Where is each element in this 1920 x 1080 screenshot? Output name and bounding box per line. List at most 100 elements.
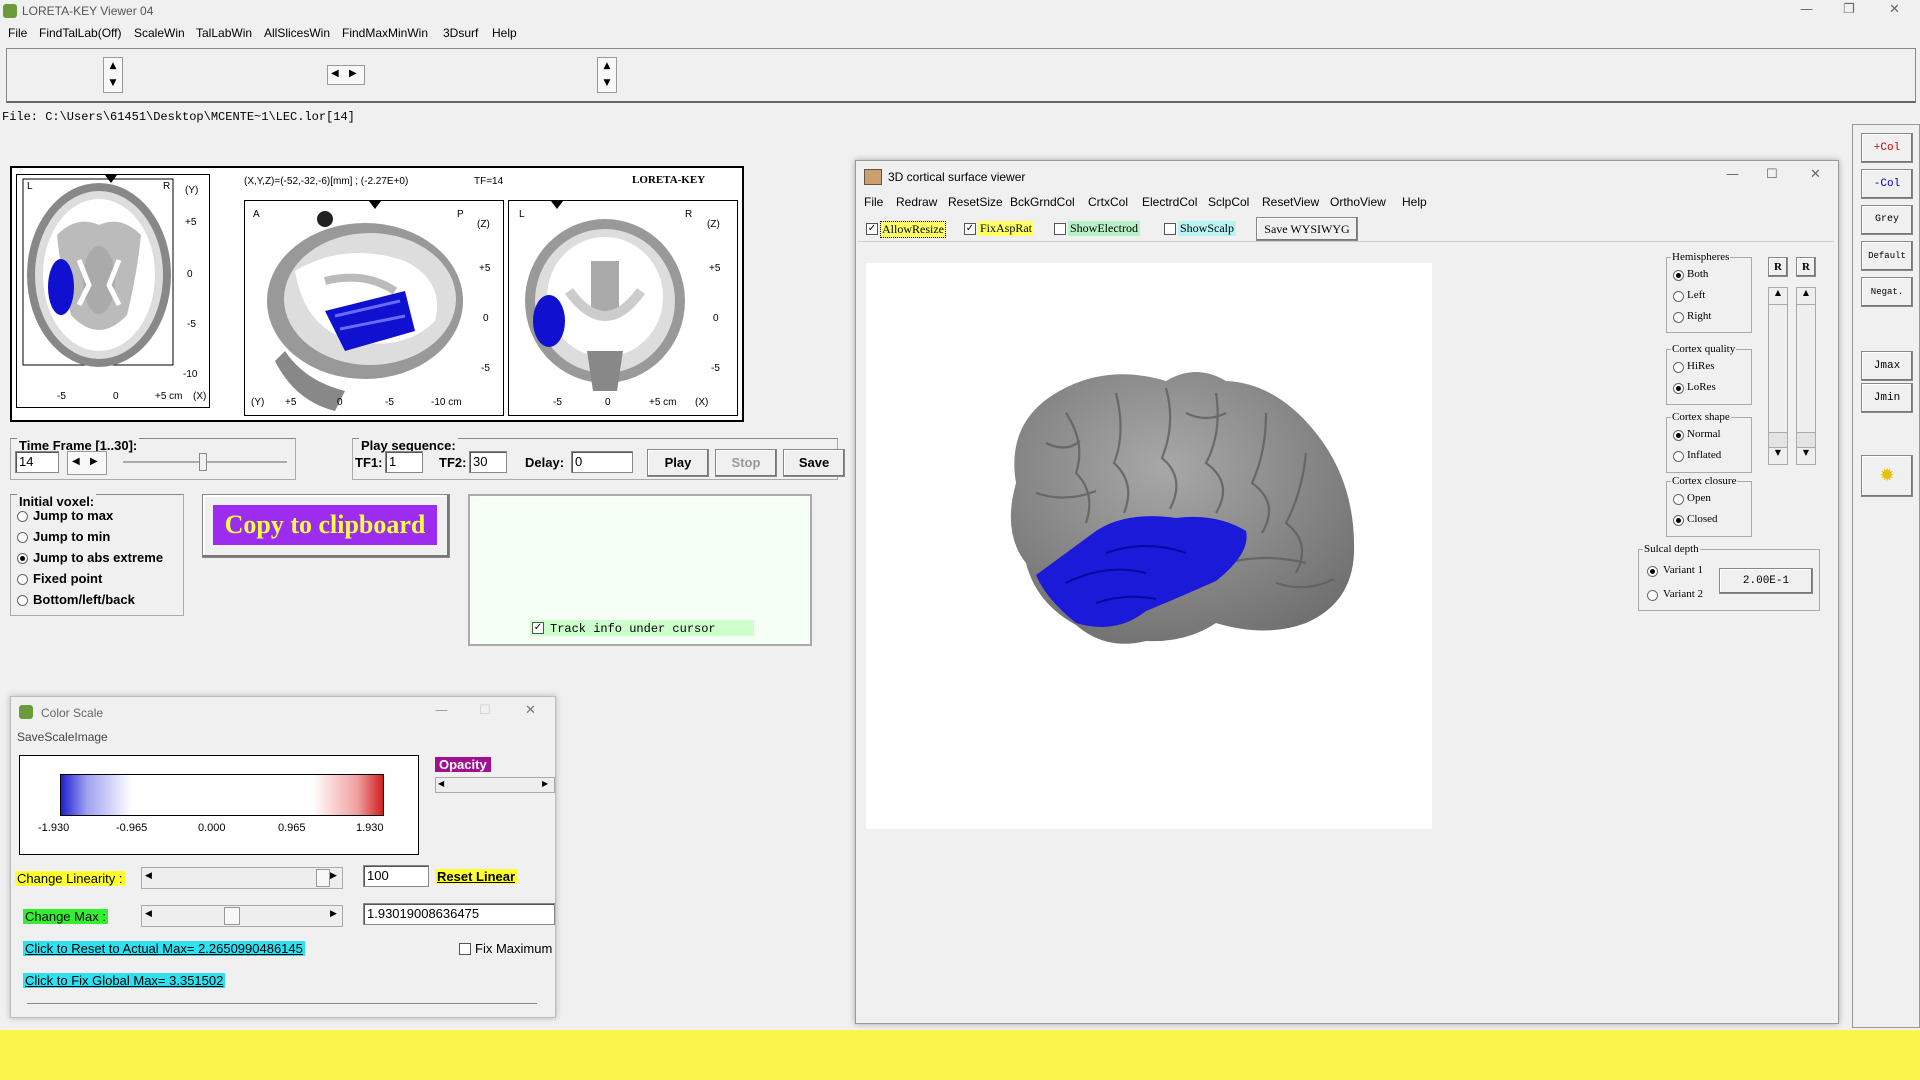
viewer-menu-orthoview[interactable]: OrthoView: [1330, 195, 1386, 209]
down-arrow-icon[interactable]: ▼: [104, 75, 122, 92]
radio-inflated[interactable]: [1673, 451, 1684, 462]
up-arrow-icon[interactable]: ▲: [598, 58, 616, 75]
negat-button[interactable]: Negat.: [1861, 277, 1913, 307]
menu-findtallab[interactable]: FindTalLab(Off): [39, 26, 121, 40]
scroll-down-icon[interactable]: ▼: [1769, 447, 1787, 464]
radio-hires[interactable]: [1673, 362, 1684, 373]
r-button-2[interactable]: R: [1796, 257, 1816, 277]
left-arrow-icon[interactable]: ◀: [331, 68, 339, 79]
vertical-scrollbar-2[interactable]: ▲ ▼: [1796, 287, 1816, 465]
menu-help[interactable]: Help: [492, 26, 517, 40]
radio-jump-to-max[interactable]: [17, 511, 28, 522]
timeframe-input[interactable]: 14: [15, 451, 59, 473]
linearity-thumb[interactable]: [316, 869, 330, 887]
left-arrow-icon[interactable]: ◀: [72, 456, 80, 467]
max-value-input[interactable]: 1.93019008636475: [363, 903, 555, 925]
fixasprat-checkbox[interactable]: ✓: [964, 223, 976, 235]
menu-findmaxminwin[interactable]: FindMaxMinWin: [342, 26, 428, 40]
close-icon[interactable]: ✕: [1810, 167, 1821, 182]
radio-jump-to-min[interactable]: [17, 532, 28, 543]
viewer-menu-electrdcol[interactable]: ElectrdCol: [1142, 195, 1197, 209]
max-scrollbar[interactable]: ◀ ▶: [141, 905, 343, 927]
grey-button[interactable]: Grey: [1861, 205, 1913, 235]
linearity-scrollbar[interactable]: ◀ ▶: [141, 867, 343, 889]
down-arrow-icon[interactable]: ▼: [598, 75, 616, 92]
viewer-menu-resetsize[interactable]: ResetSize: [948, 195, 1003, 209]
menu-file[interactable]: File: [8, 26, 27, 40]
opacity-scrollbar[interactable]: ◀ ▶: [435, 777, 555, 793]
up-arrow-icon[interactable]: ▲: [104, 58, 122, 75]
save-button[interactable]: Save: [783, 449, 845, 477]
radio-hemi-both[interactable]: [1673, 270, 1684, 281]
horizontal-spinner[interactable]: ◀ ▶: [327, 65, 365, 85]
scroll-up-icon[interactable]: ▲: [1769, 288, 1787, 305]
viewer-menu-help[interactable]: Help: [1402, 195, 1427, 209]
reset-linear-link[interactable]: Reset Linear: [435, 869, 518, 884]
menu-3dsurf[interactable]: 3Dsurf: [443, 26, 478, 40]
copy-to-clipboard-button[interactable]: Copy to clipboard: [213, 505, 437, 545]
tf1-input[interactable]: 1: [385, 451, 423, 473]
restore-icon[interactable]: ❐: [1843, 2, 1855, 17]
minimize-icon[interactable]: —: [1800, 2, 1813, 17]
cortex-render-canvas[interactable]: [866, 263, 1432, 829]
radio-hemi-right[interactable]: [1673, 312, 1684, 323]
timeframe-spinner[interactable]: ◀ ▶: [67, 451, 107, 475]
viewer-menu-resetview[interactable]: ResetView: [1262, 195, 1319, 209]
radio-closed[interactable]: [1673, 515, 1684, 526]
allowresize-checkbox[interactable]: ✓: [866, 223, 878, 235]
radio-bottom-left-back[interactable]: [17, 595, 28, 606]
r-button-1[interactable]: R: [1768, 257, 1788, 277]
sulcal-depth-value[interactable]: 2.00E-1: [1719, 568, 1813, 594]
vertical-spinner-2[interactable]: ▲ ▼: [597, 57, 617, 93]
radio-lores[interactable]: [1673, 383, 1684, 394]
scroll-left-icon[interactable]: ◀: [145, 871, 152, 881]
play-button[interactable]: Play: [647, 449, 709, 477]
save-wysiwyg-button[interactable]: Save WYSIWYG: [1256, 217, 1358, 241]
scroll-down-icon[interactable]: ▼: [1797, 447, 1815, 464]
right-arrow-icon[interactable]: ▶: [349, 68, 357, 79]
close-icon[interactable]: ✕: [525, 703, 536, 718]
radio-open[interactable]: [1673, 494, 1684, 505]
jmin-button[interactable]: Jmin: [1861, 383, 1913, 413]
viewer-menu-crtxcol[interactable]: CrtxCol: [1088, 195, 1128, 209]
scroll-thumb[interactable]: [1797, 432, 1815, 447]
coronal-slice[interactable]: L R (Z) +5 0 -5 -5 0 +5 cm (X): [508, 200, 738, 416]
minimize-icon[interactable]: —: [1726, 167, 1739, 182]
right-arrow-icon[interactable]: ▶: [90, 456, 98, 467]
viewer-menu-sclpcol[interactable]: SclpCol: [1208, 195, 1249, 209]
track-info-checkbox[interactable]: ✓: [532, 622, 544, 634]
linearity-input[interactable]: 100: [363, 865, 429, 887]
scroll-right-icon[interactable]: ▶: [330, 871, 337, 881]
delay-input[interactable]: 0: [571, 451, 633, 473]
reset-to-actual-max-link[interactable]: Click to Reset to Actual Max= 2.26509904…: [23, 941, 305, 956]
timeframe-slider-thumb[interactable]: [199, 453, 207, 471]
radio-hemi-left[interactable]: [1673, 291, 1684, 302]
minus-col-button[interactable]: -Col: [1861, 169, 1913, 199]
menu-scalewin[interactable]: ScaleWin: [134, 26, 185, 40]
vertical-spinner-1[interactable]: ▲ ▼: [103, 57, 123, 93]
viewer-menu-redraw[interactable]: Redraw: [896, 195, 937, 209]
scroll-right-icon[interactable]: ▶: [330, 909, 337, 919]
viewer-menu-file[interactable]: File: [864, 195, 883, 209]
radio-fixed-point[interactable]: [17, 574, 28, 585]
maximize-icon[interactable]: ☐: [1766, 167, 1778, 182]
max-thumb[interactable]: [224, 907, 240, 925]
minimize-icon[interactable]: —: [435, 703, 448, 718]
menu-allsliceswin[interactable]: AllSlicesWin: [264, 26, 330, 40]
scroll-right-icon[interactable]: ▶: [542, 779, 548, 788]
radio-normal[interactable]: [1673, 430, 1684, 441]
axial-slice[interactable]: L R (Y) +5 0 -5 -10 -5 0 +5 cm (X): [16, 174, 210, 408]
tf2-input[interactable]: 30: [469, 451, 507, 473]
scroll-left-icon[interactable]: ◀: [438, 779, 444, 788]
scroll-up-icon[interactable]: ▲: [1797, 288, 1815, 305]
fix-maximum-checkbox[interactable]: [459, 943, 471, 955]
menu-tallabwin[interactable]: TalLabWin: [196, 26, 252, 40]
viewer-menu-bckgrndcol[interactable]: BckGrndCol: [1010, 195, 1075, 209]
close-icon[interactable]: ✕: [1889, 2, 1900, 17]
default-button[interactable]: Default: [1861, 241, 1913, 271]
showelectrod-checkbox[interactable]: [1054, 223, 1066, 235]
showscalp-checkbox[interactable]: [1164, 223, 1176, 235]
scroll-thumb[interactable]: [1769, 432, 1787, 447]
radio-variant-2[interactable]: [1647, 590, 1658, 601]
plus-col-button[interactable]: +Col: [1861, 133, 1913, 163]
